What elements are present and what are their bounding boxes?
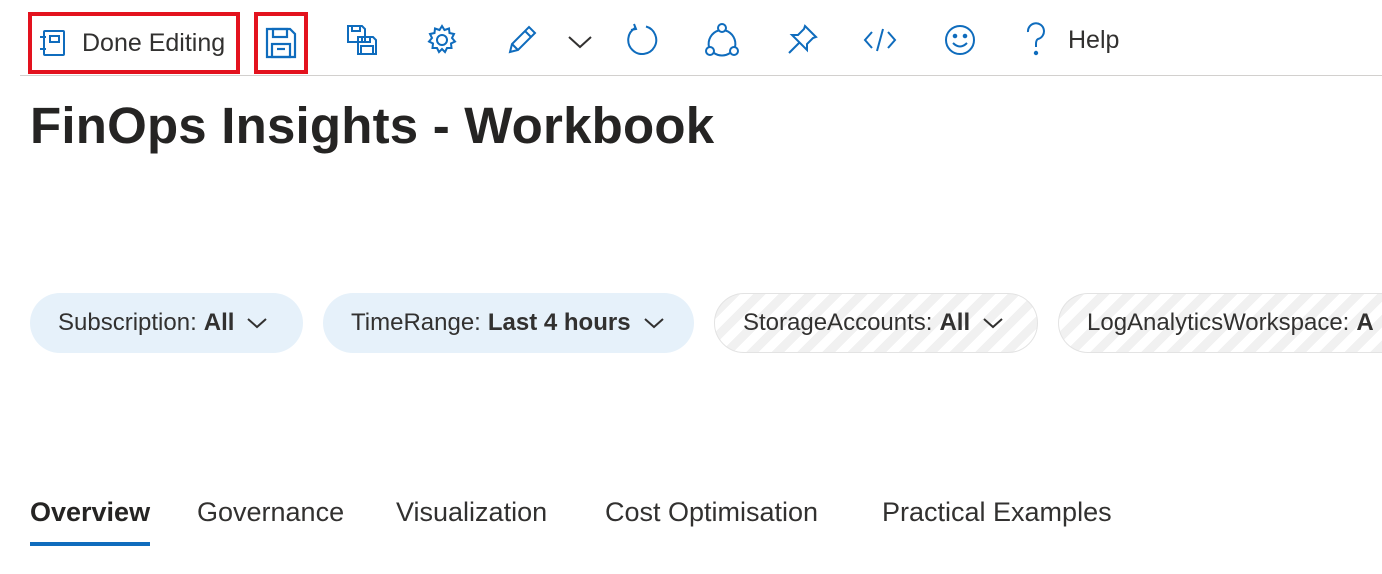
tab-cost-optimisation[interactable]: Cost Optimisation (605, 490, 818, 546)
tab-governance[interactable]: Governance (197, 490, 344, 546)
done-editing-button[interactable]: Done Editing (28, 12, 240, 74)
storageaccounts-parameter-dropdown[interactable]: StorageAccounts: All (714, 293, 1038, 353)
pencil-icon (505, 23, 539, 57)
parameter-value: All (939, 309, 971, 336)
save-as-icon (345, 23, 379, 57)
parameter-label: Subscription: (58, 309, 197, 336)
tab-overview[interactable]: Overview (30, 490, 151, 546)
help-button[interactable]: Help (1024, 20, 1134, 60)
advanced-editor-button[interactable] (860, 22, 900, 58)
page-title: FinOps Insights - Workbook (30, 97, 715, 154)
settings-button[interactable] (422, 22, 462, 58)
command-bar: Done Editing Help (20, 0, 1382, 76)
chevron-down-icon (643, 316, 665, 330)
tab-practical-examples[interactable]: Practical Examples (882, 490, 1112, 546)
chevron-down-icon (567, 34, 593, 50)
share-icon (704, 22, 740, 58)
notebook-icon (38, 28, 68, 58)
parameter-label: LogAnalyticsWorkspace: (1087, 309, 1350, 336)
tab-visualization[interactable]: Visualization (396, 490, 547, 546)
refresh-icon (624, 22, 660, 58)
parameter-label: TimeRange: (351, 309, 481, 336)
parameter-value: A (1356, 309, 1374, 336)
help-label: Help (1068, 25, 1120, 54)
share-button[interactable] (702, 22, 742, 58)
parameter-value: Last 4 hours (487, 309, 631, 336)
feedback-button[interactable] (940, 22, 980, 58)
smiley-icon (943, 23, 977, 57)
loganalyticsworkspace-parameter-dropdown[interactable]: LogAnalyticsWorkspace: A (1058, 293, 1382, 353)
done-editing-label: Done Editing (82, 28, 226, 57)
parameter-value: All (203, 309, 235, 336)
code-icon (862, 25, 898, 55)
gear-icon (425, 23, 459, 57)
subscription-parameter-dropdown[interactable]: Subscription: All (30, 293, 303, 353)
edit-button[interactable] (502, 22, 542, 58)
chevron-down-icon (246, 316, 268, 330)
parameter-label: StorageAccounts: (743, 309, 933, 336)
more-dropdown-button[interactable] (564, 26, 596, 58)
question-icon (1024, 22, 1048, 58)
refresh-button[interactable] (622, 22, 662, 58)
pin-button[interactable] (782, 22, 822, 58)
save-icon (264, 26, 298, 60)
save-as-button[interactable] (342, 22, 382, 58)
save-button[interactable] (254, 12, 308, 74)
pin-icon (785, 23, 819, 57)
chevron-down-icon (982, 316, 1004, 330)
timerange-parameter-dropdown[interactable]: TimeRange: Last 4 hours (323, 293, 694, 353)
